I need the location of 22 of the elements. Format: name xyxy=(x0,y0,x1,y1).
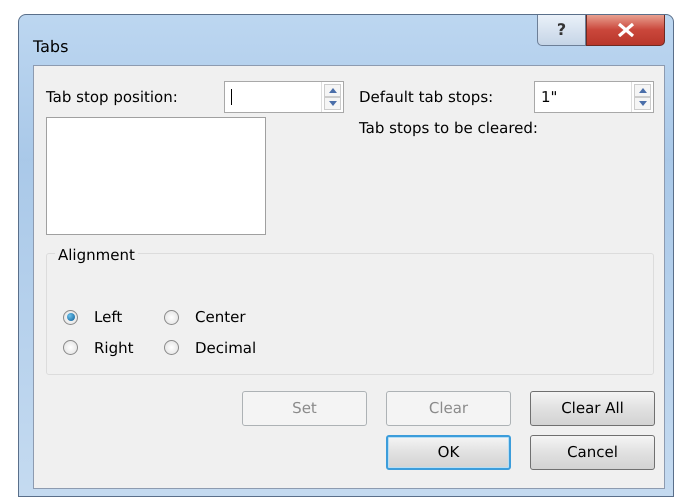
radio-label[interactable]: Center xyxy=(195,306,246,328)
window-title: Tabs xyxy=(33,36,68,58)
dialog-button[interactable]: Cancel xyxy=(530,435,655,470)
text-cursor xyxy=(231,89,232,105)
dialog-button[interactable]: Clear All xyxy=(530,391,655,426)
close-button[interactable] xyxy=(586,15,665,46)
spin-arrows-icon[interactable] xyxy=(631,82,653,112)
radio-button[interactable] xyxy=(63,340,78,356)
dialog-button[interactable]: OK xyxy=(386,435,511,470)
spin-arrows-icon[interactable] xyxy=(321,82,343,112)
radio-label[interactable]: Right xyxy=(94,336,134,359)
radio-button[interactable] xyxy=(164,340,179,356)
tab-stop-list[interactable] xyxy=(46,117,266,235)
radio-button[interactable] xyxy=(164,310,179,325)
help-button[interactable]: ? xyxy=(537,15,586,46)
radio-label[interactable]: Decimal xyxy=(195,336,256,359)
radio-button[interactable] xyxy=(63,310,78,325)
field-label: Tab stop position: xyxy=(46,86,179,108)
cleared-label: Tab stops to be cleared: xyxy=(359,119,538,137)
radio-label[interactable]: Left xyxy=(94,306,122,328)
close-icon xyxy=(616,23,634,37)
field-label: Default tab stops: xyxy=(359,86,494,108)
